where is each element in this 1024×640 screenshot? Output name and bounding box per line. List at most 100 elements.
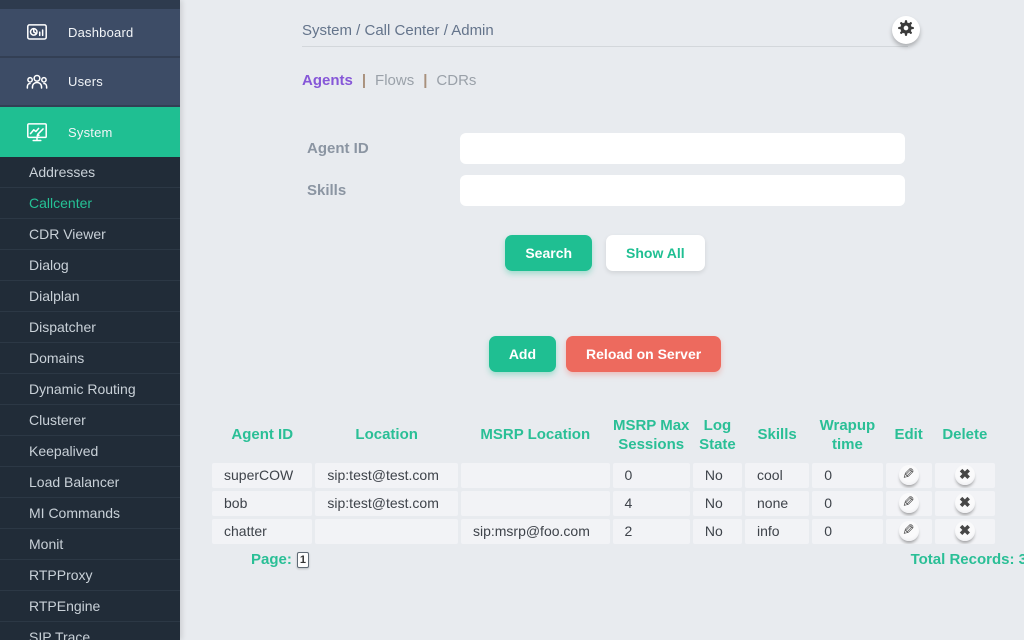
sidebar-item-system[interactable]: System	[0, 107, 180, 157]
delete-button[interactable]: ✖	[955, 465, 975, 485]
sidebar-item-label: Users	[68, 74, 103, 89]
sidebar-item-load-balancer[interactable]: Load Balancer	[0, 467, 180, 498]
cell-location: sip:test@test.com	[315, 463, 458, 488]
cell-skills: none	[745, 491, 809, 516]
cell-agent-id: chatter	[212, 519, 312, 544]
x-icon: ✖	[959, 494, 971, 510]
cell-msrp-max-sessions: 2	[613, 519, 690, 544]
page-number-button[interactable]: 1	[297, 552, 309, 568]
pencil-icon: ✎	[902, 465, 915, 484]
column-header-wrapup-time: Wrapup time	[812, 417, 882, 460]
cell-msrp-location	[461, 463, 610, 488]
sidebar-item-callcenter[interactable]: Callcenter	[0, 188, 180, 219]
page-label: Page:	[251, 551, 292, 568]
cell-msrp-location: sip:msrp@foo.com	[461, 519, 610, 544]
tab-flows[interactable]: Flows	[375, 72, 414, 89]
sidebar-item-rtpengine[interactable]: RTPEngine	[0, 591, 180, 622]
sidebar-item-dynamic-routing[interactable]: Dynamic Routing	[0, 374, 180, 405]
sidebar-item-mi-commands[interactable]: MI Commands	[0, 498, 180, 529]
delete-button[interactable]: ✖	[955, 521, 975, 541]
reload-on-server-button[interactable]: Reload on Server	[566, 336, 721, 372]
table-row: chatter sip:msrp@foo.com 2 No info 0 ✎ ✖	[212, 519, 995, 544]
skills-label: Skills	[302, 182, 460, 199]
sidebar-item-label: Dashboard	[68, 25, 133, 40]
sidebar-item-sip-trace[interactable]: SIP Trace	[0, 622, 180, 640]
column-header-edit: Edit	[886, 417, 932, 460]
sidebar-top-strip	[0, 0, 180, 9]
x-icon: ✖	[959, 522, 971, 538]
agent-id-input[interactable]	[460, 133, 905, 164]
main-content: System / Call Center / Admin Agents | Flow…	[180, 0, 1024, 640]
column-header-location: Location	[315, 417, 458, 460]
agents-table: Agent ID Location MSRP Location MSRP Max…	[209, 414, 998, 547]
column-header-log-state: Log State	[693, 417, 742, 460]
sidebar-item-monit[interactable]: Monit	[0, 529, 180, 560]
agent-id-label: Agent ID	[302, 140, 460, 157]
column-header-skills: Skills	[745, 417, 809, 460]
column-header-msrp-max-sessions: MSRP Max Sessions	[613, 417, 690, 460]
cell-skills: cool	[745, 463, 809, 488]
dashboard-icon	[24, 20, 50, 46]
sidebar-item-keepalived[interactable]: Keepalived	[0, 436, 180, 467]
pencil-icon: ✎	[902, 521, 915, 540]
table-row: superCOW sip:test@test.com 0 No cool 0 ✎…	[212, 463, 995, 488]
sidebar-item-users[interactable]: Users	[0, 58, 180, 107]
show-all-button[interactable]: Show All	[606, 235, 705, 271]
tab-bar: Agents | Flows | CDRs	[302, 72, 1024, 89]
cell-location: sip:test@test.com	[315, 491, 458, 516]
search-button-row: Search Show All	[302, 235, 908, 271]
tab-separator: |	[362, 72, 366, 89]
sidebar-item-rtpproxy[interactable]: RTPProxy	[0, 560, 180, 591]
sidebar-item-dialplan[interactable]: Dialplan	[0, 281, 180, 312]
add-button[interactable]: Add	[489, 336, 556, 372]
sidebar-item-label: System	[68, 125, 113, 140]
pencil-icon: ✎	[902, 493, 915, 512]
cell-agent-id: bob	[212, 491, 312, 516]
gear-icon	[896, 18, 916, 43]
cell-log-state: No	[693, 519, 742, 544]
cell-msrp-max-sessions: 0	[613, 463, 690, 488]
column-header-agent-id: Agent ID	[212, 417, 312, 460]
sidebar-item-addresses[interactable]: Addresses	[0, 157, 180, 188]
table-row: bob sip:test@test.com 4 No none 0 ✎ ✖	[212, 491, 995, 516]
column-header-msrp-location: MSRP Location	[461, 417, 610, 460]
delete-button[interactable]: ✖	[955, 493, 975, 513]
cell-location	[315, 519, 458, 544]
sidebar-item-cdr-viewer[interactable]: CDR Viewer	[0, 219, 180, 250]
tab-cdrs[interactable]: CDRs	[436, 72, 476, 89]
skills-input[interactable]	[460, 175, 905, 206]
sidebar-item-domains[interactable]: Domains	[0, 343, 180, 374]
edit-button[interactable]: ✎	[899, 521, 919, 541]
pagination: Page: 1	[238, 551, 309, 568]
cell-log-state: No	[693, 463, 742, 488]
total-records: Total Records: 3	[911, 551, 1024, 568]
agents-table-wrap: Agent ID Location MSRP Location MSRP Max…	[209, 414, 998, 568]
edit-button[interactable]: ✎	[899, 465, 919, 485]
cell-log-state: No	[693, 491, 742, 516]
table-header-row: Agent ID Location MSRP Location MSRP Max…	[212, 417, 995, 460]
settings-button[interactable]	[892, 16, 920, 44]
cell-wrapup-time: 0	[812, 519, 882, 544]
topbar: System / Call Center / Admin	[302, 20, 908, 47]
breadcrumb: System / Call Center / Admin	[302, 20, 908, 42]
x-icon: ✖	[959, 466, 971, 482]
tab-agents[interactable]: Agents	[302, 72, 353, 89]
cell-agent-id: superCOW	[212, 463, 312, 488]
cell-msrp-location	[461, 491, 610, 516]
sidebar-item-dispatcher[interactable]: Dispatcher	[0, 312, 180, 343]
column-header-delete: Delete	[935, 417, 995, 460]
sidebar-item-clusterer[interactable]: Clusterer	[0, 405, 180, 436]
sidebar-item-dialog[interactable]: Dialog	[0, 250, 180, 281]
users-icon	[24, 69, 50, 95]
sidebar-item-dashboard[interactable]: Dashboard	[0, 9, 180, 58]
tab-separator: |	[423, 72, 427, 89]
edit-button[interactable]: ✎	[899, 493, 919, 513]
search-button[interactable]: Search	[505, 235, 592, 271]
cell-wrapup-time: 0	[812, 463, 882, 488]
action-button-row: Add Reload on Server	[302, 336, 908, 372]
cell-wrapup-time: 0	[812, 491, 882, 516]
table-footer: Page: 1 Total Records: 3	[238, 551, 1024, 568]
system-icon	[24, 119, 50, 145]
search-form: Agent ID Skills	[302, 133, 908, 206]
cell-skills: info	[745, 519, 809, 544]
